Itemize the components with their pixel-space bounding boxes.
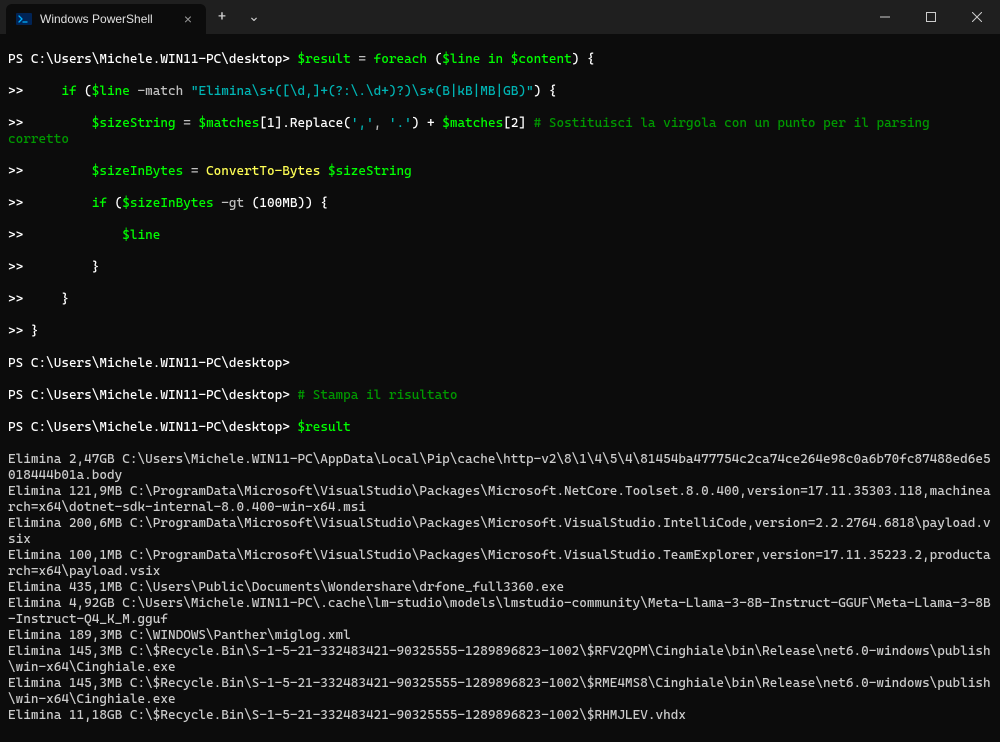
code-line: >> }: [8, 324, 992, 340]
tab-powershell[interactable]: Windows PowerShell ×: [6, 4, 206, 34]
close-window-button[interactable]: [954, 0, 1000, 34]
code-line: >> }: [8, 292, 992, 308]
code-line: >> $line: [8, 228, 992, 244]
prompt-line: PS C:\Users\Michele.WIN11-PC\desktop> $r…: [8, 420, 992, 436]
output-line: Elimina 100,1MB C:\ProgramData\Microsoft…: [8, 548, 992, 580]
new-tab-button[interactable]: +: [206, 0, 238, 34]
output-line: Elimina 145,3MB C:\$Recycle.Bin\S-1-5-21…: [8, 676, 992, 708]
prompt-line: PS C:\Users\Michele.WIN11-PC\desktop> # …: [8, 388, 992, 404]
code-line: PS C:\Users\Michele.WIN11-PC\desktop> $r…: [8, 52, 992, 68]
titlebar: Windows PowerShell × + ⌄: [0, 0, 1000, 34]
code-line: >> if ($sizeInBytes -gt (100MB)) {: [8, 196, 992, 212]
tab-label: Windows PowerShell: [40, 12, 153, 26]
output-line: Elimina 4,92GB C:\Users\Michele.WIN11-PC…: [8, 596, 992, 628]
code-line: >> $sizeInBytes = ConvertTo-Bytes $sizeS…: [8, 164, 992, 180]
output-line: Elimina 189,3MB C:\WINDOWS\Panther\miglo…: [8, 628, 992, 644]
terminal-body[interactable]: PS C:\Users\Michele.WIN11-PC\desktop> $r…: [0, 34, 1000, 742]
window-controls: [862, 0, 1000, 34]
output-line: Elimina 435,1MB C:\Users\Public\Document…: [8, 580, 992, 596]
output-line: Elimina 11,18GB C:\$Recycle.Bin\S-1-5-21…: [8, 708, 992, 724]
tab-dropdown-button[interactable]: ⌄: [238, 0, 270, 34]
code-line: >> $sizeString = $matches[1].Replace(','…: [8, 116, 992, 148]
minimize-button[interactable]: [862, 0, 908, 34]
output-line: Elimina 200,6MB C:\ProgramData\Microsoft…: [8, 516, 992, 548]
output-line: Elimina 145,3MB C:\$Recycle.Bin\S-1-5-21…: [8, 644, 992, 676]
code-line: >> }: [8, 260, 992, 276]
prompt-line: PS C:\Users\Michele.WIN11-PC\desktop>: [8, 356, 992, 372]
maximize-button[interactable]: [908, 0, 954, 34]
close-tab-icon[interactable]: ×: [180, 11, 196, 27]
code-line: >> if ($line -match "Elimina\s+([\d,]+(?…: [8, 84, 992, 100]
output-line: Elimina 121,9MB C:\ProgramData\Microsoft…: [8, 484, 992, 516]
powershell-icon: [16, 11, 32, 27]
output-line: Elimina 2,47GB C:\Users\Michele.WIN11-PC…: [8, 452, 992, 484]
